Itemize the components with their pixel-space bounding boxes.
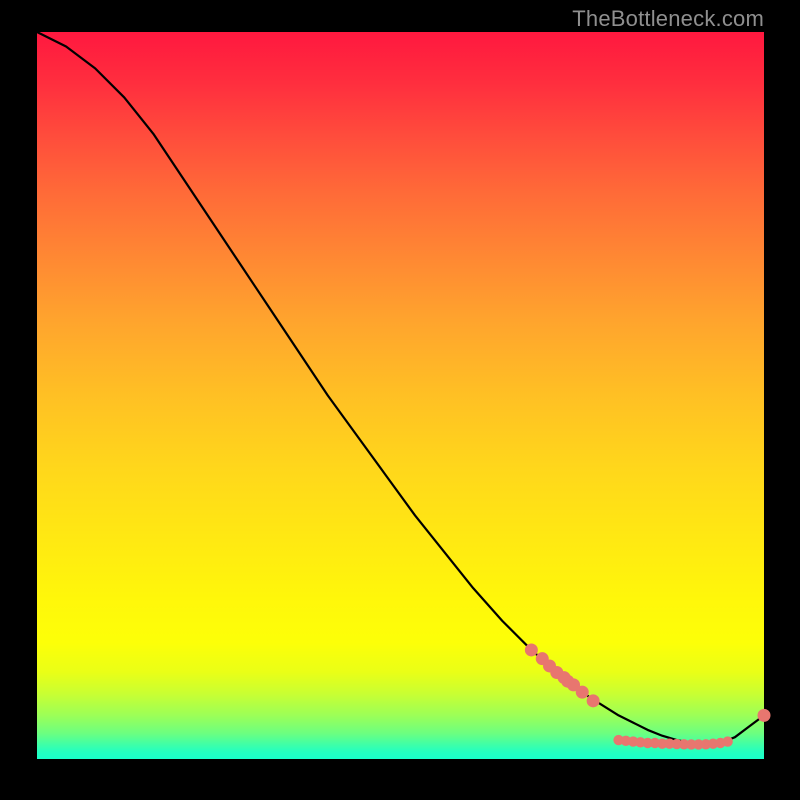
data-point xyxy=(525,643,538,656)
bottleneck-curve xyxy=(37,32,764,744)
data-point xyxy=(758,709,771,722)
plot-area xyxy=(37,32,764,759)
plot-svg xyxy=(37,32,764,759)
data-point xyxy=(722,736,732,746)
chart-stage: TheBottleneck.com xyxy=(0,0,800,800)
scatter-dots xyxy=(525,643,771,749)
watermark-text: TheBottleneck.com xyxy=(572,6,764,32)
data-point xyxy=(576,686,589,699)
data-point xyxy=(587,694,600,707)
